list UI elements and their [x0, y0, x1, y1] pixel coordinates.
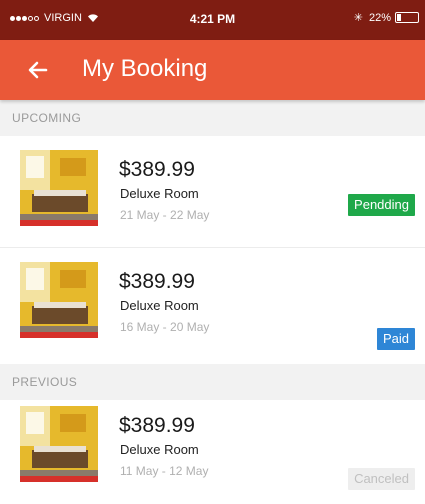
booking-dates: 11 May - 12 May	[120, 464, 209, 478]
room-thumbnail	[20, 262, 98, 338]
booking-card[interactable]: $389.99 Deluxe Room 16 May - 20 May Paid	[0, 248, 425, 360]
booking-price: $389.99	[119, 158, 195, 181]
booking-screen: VIRGIN 4:21 PM ✳ 22% My Booking UPCOMING	[0, 0, 425, 504]
section-header-upcoming: UPCOMING	[0, 100, 425, 136]
battery-icon	[395, 12, 419, 23]
booking-room-type: Deluxe Room	[120, 442, 199, 457]
booking-dates: 21 May - 22 May	[120, 208, 210, 222]
page-title: My Booking	[82, 55, 208, 82]
room-thumbnail	[20, 150, 98, 226]
booking-dates: 16 May - 20 May	[120, 320, 210, 334]
booking-card[interactable]: $389.99 Deluxe Room 11 May - 12 May Canc…	[0, 392, 425, 504]
status-badge: Canceled	[348, 468, 415, 490]
booking-room-type: Deluxe Room	[120, 298, 199, 313]
status-badge: Pendding	[348, 194, 415, 216]
status-bar: VIRGIN 4:21 PM ✳ 22%	[0, 0, 425, 40]
battery-percentage: 22%	[368, 11, 391, 24]
booking-price: $389.99	[119, 270, 195, 293]
status-badge: Paid	[376, 328, 415, 350]
bluetooth-icon: ✳	[353, 12, 363, 24]
booking-price: $389.99	[119, 414, 195, 437]
battery-fill	[397, 14, 401, 21]
booking-room-type: Deluxe Room	[120, 186, 199, 201]
arrow-left-icon[interactable]	[24, 56, 52, 84]
booking-card[interactable]: $389.99 Deluxe Room 21 May - 22 May Pend…	[0, 136, 425, 248]
room-thumbnail	[20, 406, 98, 482]
app-bar: My Booking	[0, 40, 425, 100]
status-right: ✳ 22%	[354, 11, 419, 24]
